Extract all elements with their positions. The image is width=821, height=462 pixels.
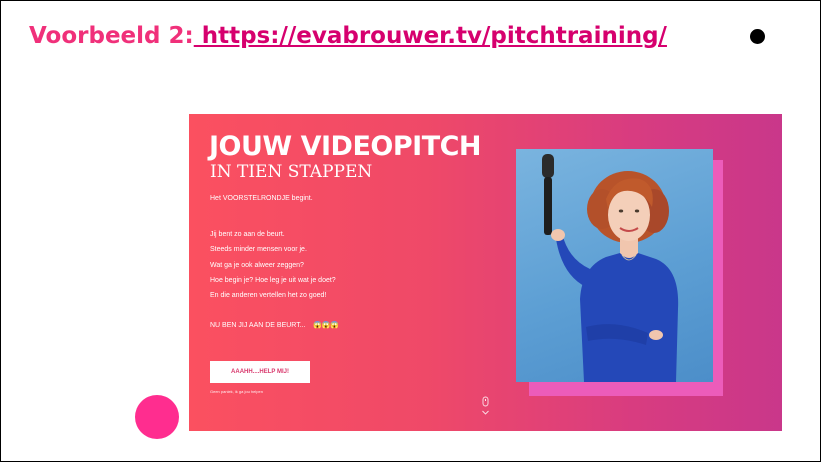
bullet-dot-icon: [750, 29, 765, 44]
hero-line: Steeds minder mensen voor je.: [210, 246, 307, 254]
slide-title: Voorbeeld 2: https://evabrouwer.tv/pitch…: [29, 23, 667, 49]
microphone-head: [542, 154, 554, 178]
woman-with-microphone-illustration: [542, 154, 679, 382]
hero-line: En die anderen vertellen het zo goed!: [210, 292, 327, 300]
microphone-body: [544, 177, 552, 235]
title-prefix: Voorbeeld 2:: [29, 23, 194, 49]
hero-line: Jij bent zo aan de beurt.: [210, 231, 285, 238]
cta-text: NU BEN JIJ AAN DE BEURT...: [210, 322, 306, 329]
hero-line: Hoe begin je? Hoe leg je uit wat je doet…: [210, 276, 336, 284]
hero-line: Wat ga je ook alweer zeggen?: [210, 261, 304, 269]
hero-subheading: IN TIEN STAPPEN: [210, 162, 373, 182]
scream-emoji-icon: 😱😱😱: [313, 322, 340, 329]
hero-heading: JOUW VIDEOPITCH: [209, 131, 482, 162]
pink-circle-decoration: [135, 395, 179, 439]
portrait-photo: [516, 149, 713, 382]
scroll-down-icon[interactable]: [481, 396, 490, 418]
website-screenshot: JOUW VIDEOPITCH IN TIEN STAPPEN Het VOOR…: [189, 114, 782, 431]
hero-text-lines: Jij bent zo aan de beurt. Steeds minder …: [210, 227, 336, 303]
pitchtraining-link[interactable]: https://evabrouwer.tv/pitchtraining/: [194, 23, 667, 49]
hero-intro: Het VOORSTELRONDJE begint.: [210, 195, 313, 202]
slide: Voorbeeld 2: https://evabrouwer.tv/pitch…: [0, 0, 821, 462]
help-me-button[interactable]: AAAHH....HELP MIJ!: [210, 361, 310, 383]
help-caption: Geen paniek, ik ga jou helpen: [210, 389, 263, 394]
